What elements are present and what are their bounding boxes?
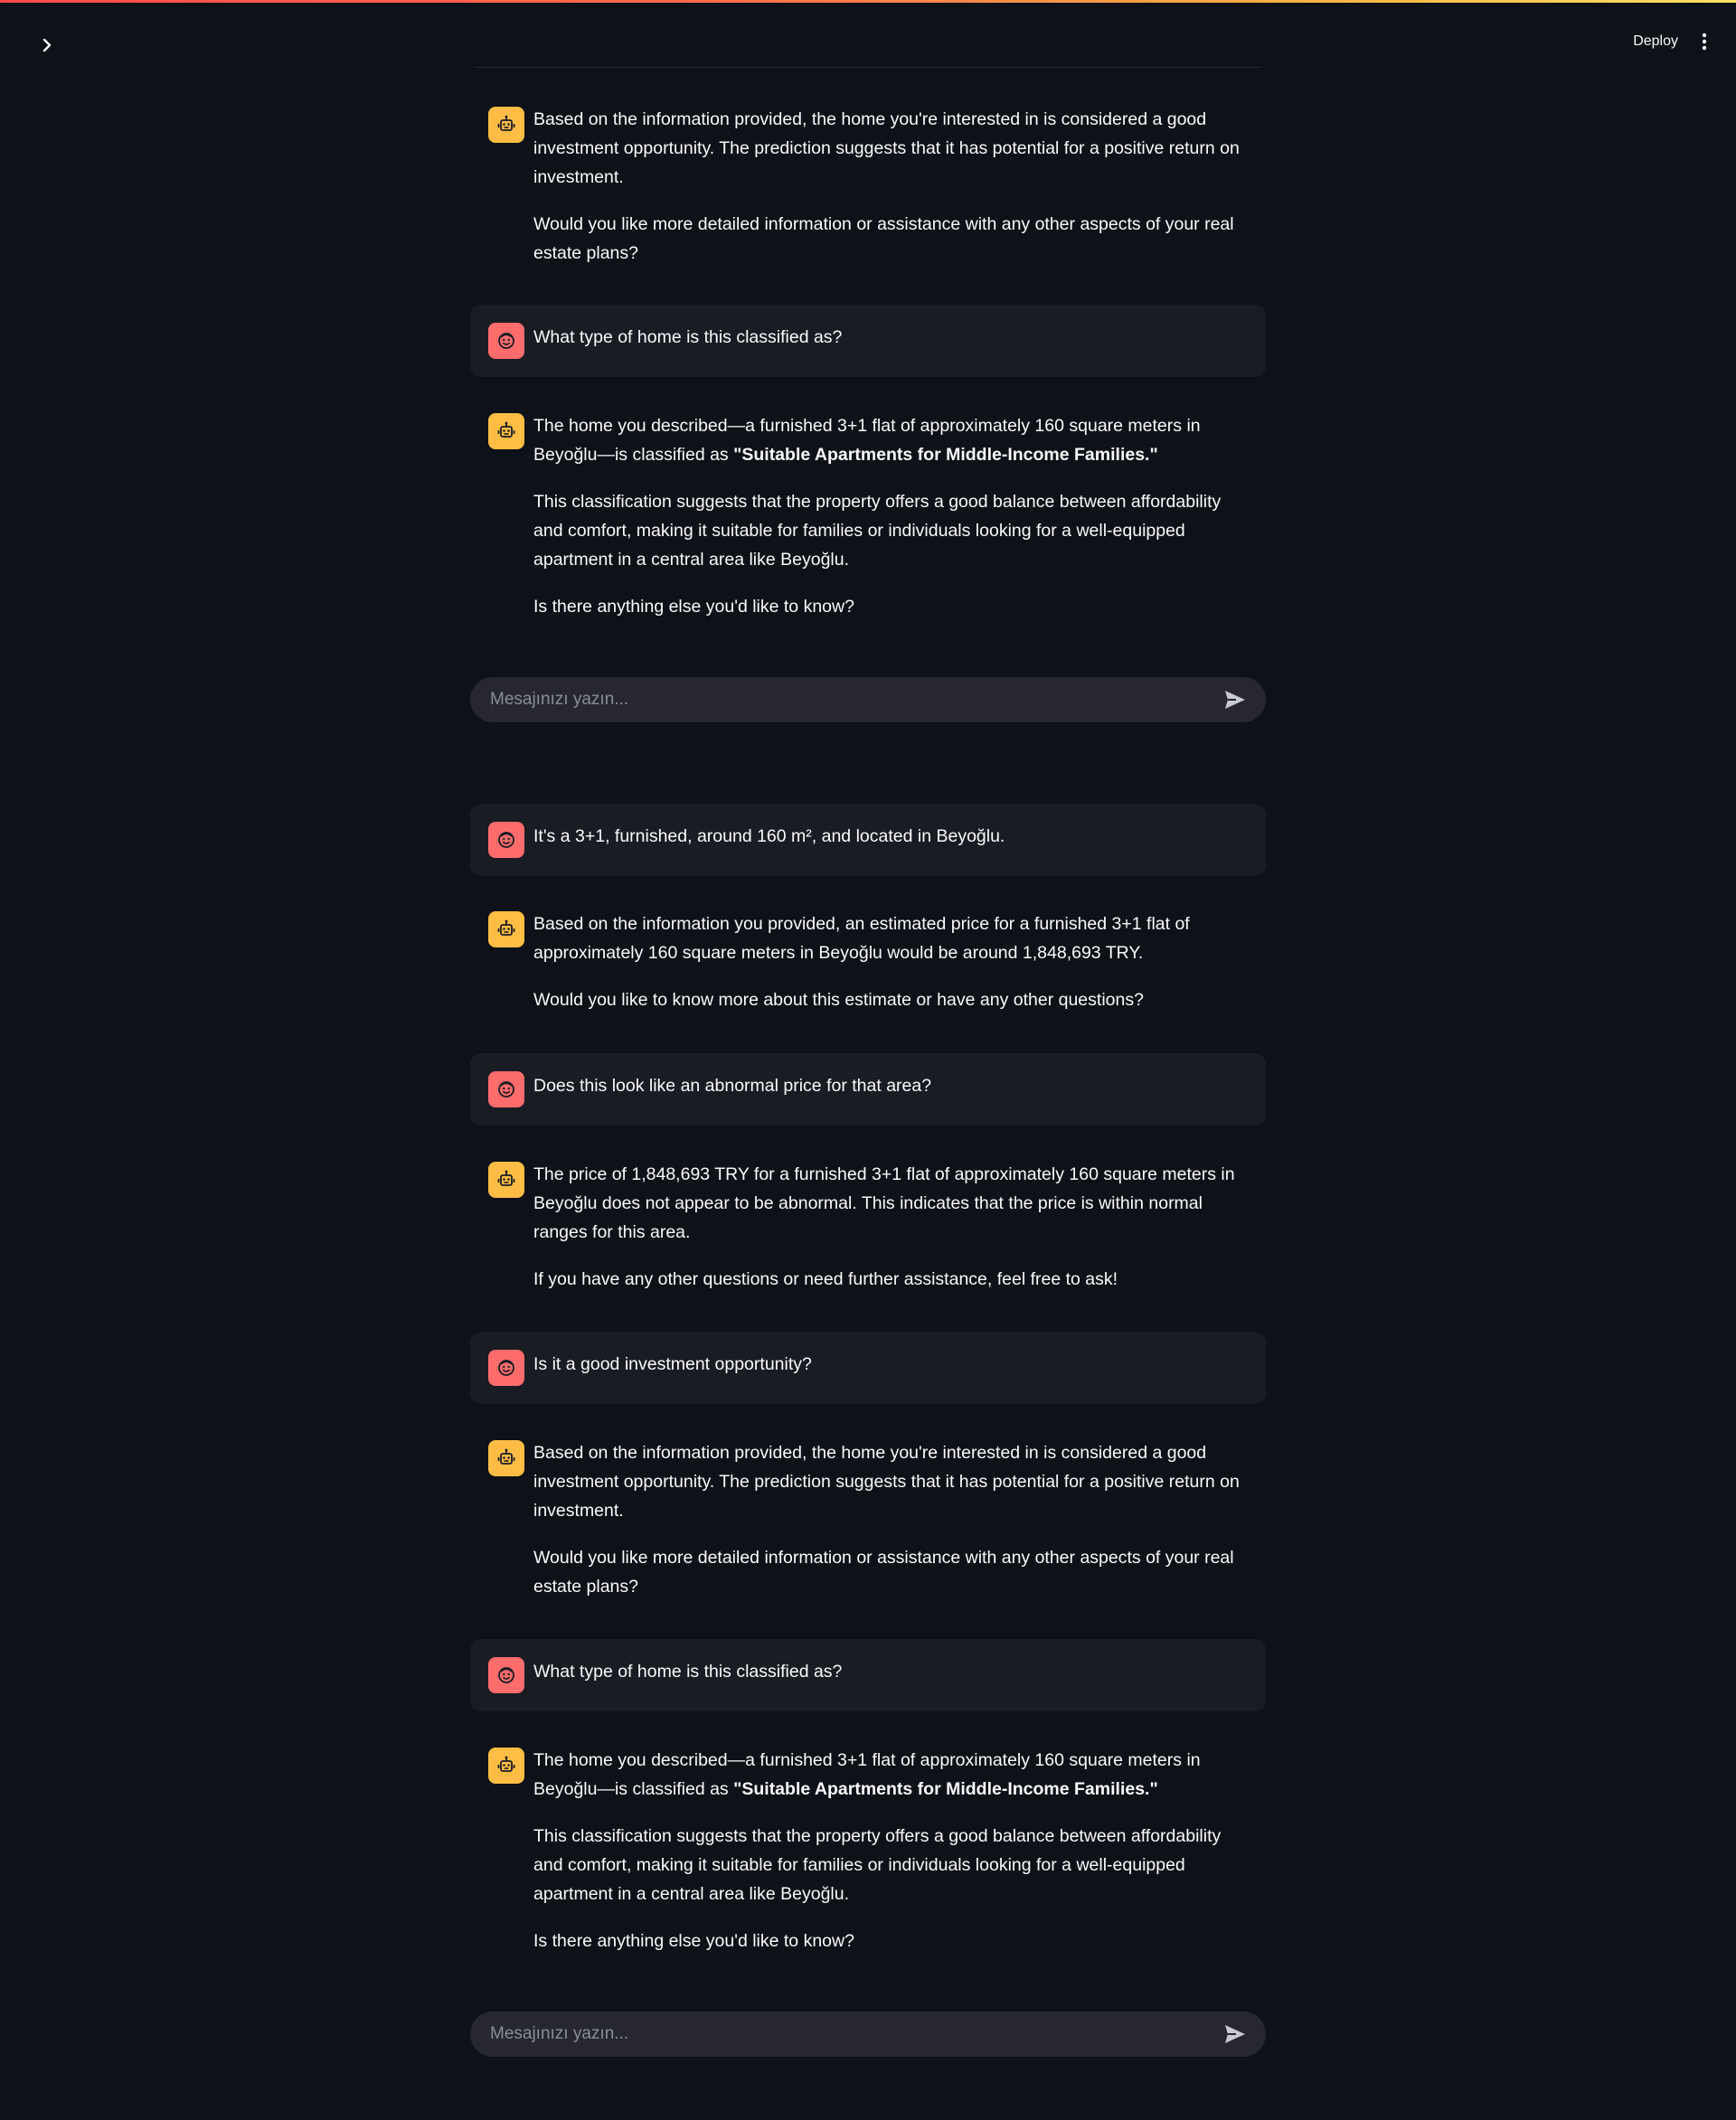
user-avatar-icon [488,1657,524,1693]
message-text: Would you like more detailed information… [533,1543,1248,1601]
assistant-avatar-icon [488,1440,524,1476]
message-segment: Is it a good investment opportunity? [533,1354,812,1374]
message-text: This classification suggests that the pr… [533,1822,1248,1908]
send-button[interactable] [1221,685,1250,714]
message-emphasis: "Suitable Apartments for Middle-Income F… [733,445,1158,465]
message-segment: This classification suggests that the pr… [533,492,1222,570]
message-text: Based on the information you provided, a… [533,909,1248,967]
message-text: Based on the information provided, the h… [533,1438,1248,1525]
user-message: What type of home is this classified as? [470,305,1266,377]
sidebar-toggle-button[interactable] [34,33,60,58]
assistant-avatar-icon [488,1748,524,1784]
deploy-button[interactable]: Deploy [1620,28,1691,55]
message-segment: It's a 3+1, furnished, around 160 m², an… [533,826,1005,846]
assistant-avatar-icon [488,1162,524,1198]
assistant-message: Based on the information you provided, a… [470,902,1266,1029]
assistant-avatar-icon [488,107,524,143]
user-message: What type of home is this classified as? [470,1639,1266,1711]
message-segment: Based on the information provided, the h… [533,1443,1240,1521]
user-message: It's a 3+1, furnished, around 160 m², an… [470,804,1266,876]
user-message: Is it a good investment opportunity? [470,1332,1266,1404]
message-text: Is there anything else you'd like to kno… [533,1927,1248,1955]
user-avatar-icon [488,1071,524,1107]
message-segment: Would you like more detailed information… [533,1548,1234,1597]
app-toolbar: Deploy [1620,24,1718,60]
message-emphasis: "Suitable Apartments for Middle-Income F… [733,1779,1158,1799]
message-segment: The price of 1,848,693 TRY for a furnish… [533,1164,1235,1242]
chat-input-bottom[interactable] [470,2012,1266,2057]
message-text: Is it a good investment opportunity? [533,1350,1248,1379]
message-text: The home you described—a furnished 3+1 f… [533,411,1248,469]
user-avatar-icon [488,1350,524,1386]
message-text: Does this look like an abnormal price fo… [533,1071,1248,1100]
message-text: Would you like to know more about this e… [533,985,1248,1014]
message-segment: Based on the information you provided, a… [533,914,1190,963]
message-text: If you have any other questions or need … [533,1265,1248,1294]
chevron-right-icon [42,38,52,52]
assistant-message: The home you described—a furnished 3+1 f… [470,404,1266,630]
message-text: What type of home is this classified as? [533,323,1248,352]
message-text: It's a 3+1, furnished, around 160 m², an… [533,822,1248,851]
assistant-message: Based on the information provided, the h… [470,1431,1266,1612]
message-segment: This classification suggests that the pr… [533,1826,1222,1904]
message-segment: What type of home is this classified as? [533,327,843,347]
message-segment: If you have any other questions or need … [533,1269,1118,1289]
app-loading-bar [0,0,1736,3]
user-avatar-icon [488,323,524,359]
user-avatar-icon [488,822,524,858]
message-text: Is there anything else you'd like to kno… [533,592,1248,621]
message-segment: Is there anything else you'd like to kno… [533,1931,854,1951]
assistant-message: The price of 1,848,693 TRY for a furnish… [470,1153,1266,1306]
assistant-message: Based on the information provided, the h… [470,98,1266,278]
message-segment: Is there anything else you'd like to kno… [533,597,854,617]
send-button[interactable] [1221,2020,1250,2049]
send-icon [1225,2025,1245,2043]
send-icon [1225,691,1245,709]
message-text: Would you like more detailed information… [533,210,1248,268]
message-text: Based on the information provided, the h… [533,105,1248,192]
assistant-avatar-icon [488,911,524,947]
divider [476,67,1260,68]
message-segment: What type of home is this classified as? [533,1662,843,1682]
main-menu-button[interactable] [1691,28,1718,55]
message-text: The home you described—a furnished 3+1 f… [533,1746,1248,1804]
message-text: What type of home is this classified as? [533,1657,1248,1686]
user-message: Does this look like an abnormal price fo… [470,1053,1266,1126]
message-segment: Would you like to know more about this e… [533,990,1144,1010]
chat-input-top[interactable] [470,677,1266,722]
assistant-avatar-icon [488,413,524,449]
vertical-dots-icon [1702,33,1707,51]
message-segment: Would you like more detailed information… [533,214,1234,263]
message-text: This classification suggests that the pr… [533,487,1248,574]
message-segment: Based on the information provided, the h… [533,109,1240,187]
message-input[interactable] [488,2023,1221,2045]
message-text: The price of 1,848,693 TRY for a furnish… [533,1160,1248,1247]
message-input[interactable] [488,689,1221,711]
assistant-message: The home you described—a furnished 3+1 f… [470,1738,1266,1965]
message-segment: Does this look like an abnormal price fo… [533,1076,932,1096]
